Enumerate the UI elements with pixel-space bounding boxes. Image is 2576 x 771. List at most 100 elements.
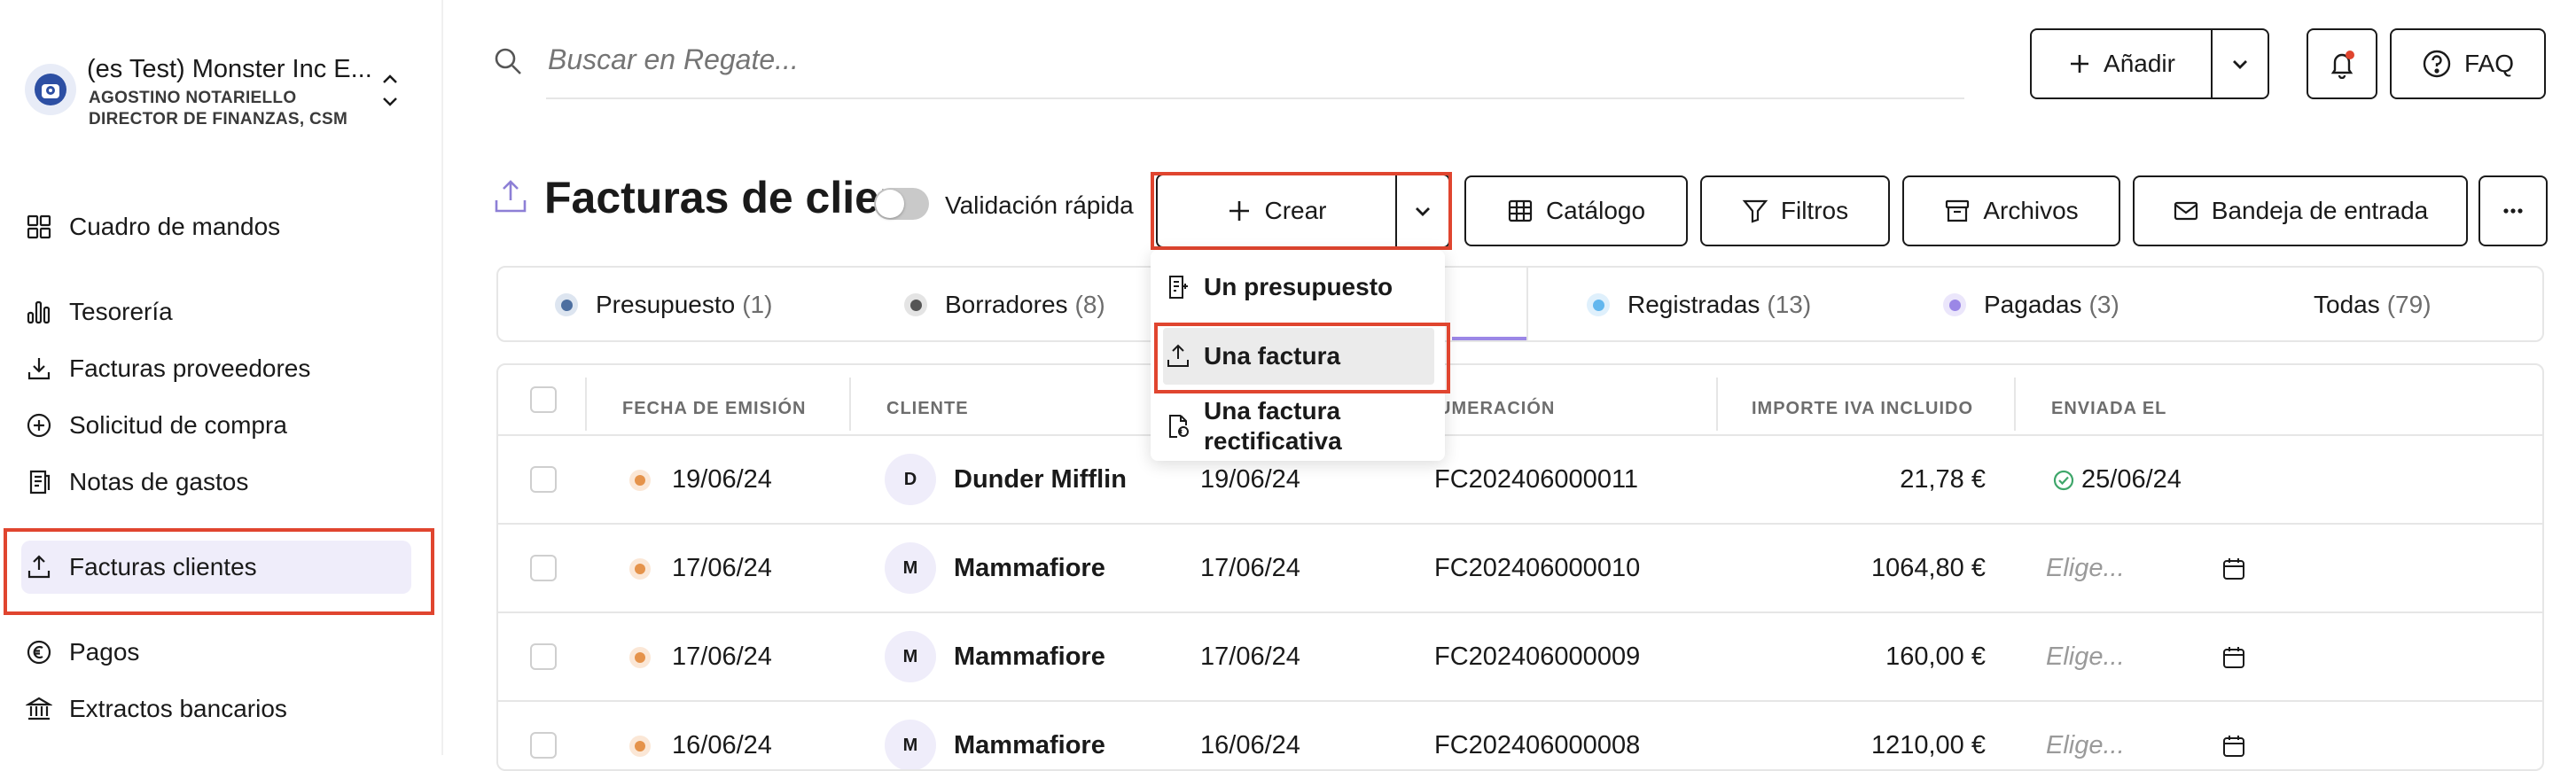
column-header-amount[interactable]: IMPORTE IVA INCLUIDO <box>1752 399 1973 419</box>
inbox-button[interactable]: Bandeja de entrada <box>2133 175 2468 246</box>
org-switcher-chevrons-icon[interactable] <box>379 71 401 110</box>
tab-presupuesto[interactable]: Presupuesto (1) <box>555 268 772 342</box>
catalog-label: Catálogo <box>1545 197 1646 224</box>
tab-count: (1) <box>742 291 773 318</box>
column-separator <box>585 378 587 431</box>
plus-icon <box>2071 55 2089 73</box>
sidebar-item-supplier-invoices[interactable]: Facturas proveedores <box>21 342 411 395</box>
row-checkbox[interactable] <box>530 643 557 670</box>
sidebar-item-label: Extractos bancarios <box>69 695 287 722</box>
sent-date-picker[interactable]: Elige... <box>2046 554 2125 583</box>
sent-date: 25/06/24 <box>2081 465 2182 494</box>
catalog-button[interactable]: Catálogo <box>1464 175 1688 246</box>
highlight-box <box>4 528 434 615</box>
row-checkbox[interactable] <box>530 555 557 581</box>
tab-registradas[interactable]: Registradas (13) <box>1587 268 1811 342</box>
status-dot <box>629 558 651 580</box>
sidebar-item-treasury[interactable]: Tesorería <box>21 285 411 339</box>
grid-icon <box>1508 199 1533 222</box>
client-name[interactable]: Mammafiore <box>954 731 1105 760</box>
toggle-knob <box>876 190 904 218</box>
user-name: AGOSTINO NOTARIELLO <box>89 89 297 107</box>
org-name[interactable]: (es Test) Monster Inc E... <box>87 55 372 84</box>
client-name[interactable]: Mammafiore <box>954 642 1105 672</box>
help-circle-icon <box>2423 50 2451 78</box>
calendar-icon[interactable] <box>2221 645 2246 670</box>
euro-icon <box>21 635 57 670</box>
column-header-client[interactable]: CLIENTE <box>886 399 969 419</box>
sidebar-item-dashboard[interactable]: Cuadro de mandos <box>21 200 411 253</box>
sent-date-picker[interactable]: Elige... <box>2046 642 2125 672</box>
client-name[interactable]: Mammafiore <box>954 554 1105 583</box>
menu-item-label: Un presupuesto <box>1204 273 1393 300</box>
row-checkbox[interactable] <box>530 466 557 493</box>
sidebar-item-payments[interactable]: Pagos <box>21 626 411 679</box>
chevron-down-icon <box>2233 60 2247 69</box>
calendar-icon[interactable] <box>2221 557 2246 581</box>
upload-icon <box>493 177 528 214</box>
search-icon <box>493 46 523 76</box>
tab-borradores[interactable]: Borradores (8) <box>904 268 1105 342</box>
avatar: M <box>885 542 936 594</box>
add-button[interactable]: Añadir <box>2030 28 2213 99</box>
table-row[interactable]: 17/06/24 M Mammafiore 17/06/24 FC2024060… <box>498 523 2542 611</box>
monster-logo-icon <box>35 74 66 105</box>
due-date: 16/06/24 <box>1200 731 1300 759</box>
invoice-number: FC202406000008 <box>1434 731 1641 759</box>
quick-validation-label: Validación rápida <box>945 191 1134 219</box>
sidebar-item-purchase-request[interactable]: Solicitud de compra <box>21 399 411 452</box>
status-dot <box>555 293 578 316</box>
notifications-button[interactable] <box>2307 28 2377 99</box>
dashboard-icon <box>21 209 57 245</box>
sidebar-item-label: Notas de gastos <box>69 468 249 495</box>
corrective-document-icon <box>1163 413 1193 440</box>
client-name[interactable]: Dunder Mifflin <box>954 465 1127 495</box>
filter-icon <box>1742 199 1768 223</box>
faq-button[interactable]: FAQ <box>2390 28 2546 99</box>
select-all-checkbox[interactable] <box>530 386 557 413</box>
plus-circle-icon <box>21 408 57 443</box>
filters-button[interactable]: Filtros <box>1700 175 1890 246</box>
avatar: M <box>885 720 936 769</box>
quick-validation-toggle[interactable] <box>874 188 929 220</box>
tab-label: Todas <box>2314 291 2380 318</box>
status-dot <box>1587 293 1610 316</box>
user-role: DIRECTOR DE FINANZAS, CSM <box>89 110 348 128</box>
sent-date-picker[interactable]: Elige... <box>2046 731 2125 760</box>
column-header-date[interactable]: FECHA DE EMISIÓN <box>622 399 807 419</box>
add-label: Añadir <box>2104 50 2175 77</box>
column-header-numbering[interactable]: UMERACIÓN <box>1438 399 1555 419</box>
sidebar-item-label: Cuadro de mandos <box>69 213 281 240</box>
org-logo[interactable] <box>25 64 76 115</box>
table-row[interactable]: 19/06/24 D Dunder Mifflin 19/06/24 FC202… <box>498 434 2542 523</box>
add-dropdown-button[interactable] <box>2211 28 2269 99</box>
table-row[interactable]: 17/06/24 M Mammafiore 17/06/24 FC2024060… <box>498 611 2542 700</box>
sidebar-item-expense-notes[interactable]: Notas de gastos <box>21 456 411 509</box>
tab-label: Registradas <box>1628 291 1760 318</box>
status-dot <box>629 470 651 491</box>
search-input[interactable] <box>546 35 1964 99</box>
amount: 1210,00 € <box>1870 731 1986 759</box>
receipt-icon <box>21 464 57 500</box>
faq-label: FAQ <box>2463 50 2514 77</box>
more-options-button[interactable] <box>2478 175 2548 246</box>
issue-date: 16/06/24 <box>672 731 772 759</box>
tab-label: Presupuesto <box>596 291 736 318</box>
tab-count: (3) <box>2088 291 2119 318</box>
tab-count: (13) <box>1767 291 1812 318</box>
menu-item-quote[interactable]: Un presupuesto <box>1163 262 1434 312</box>
menu-item-corrective-invoice[interactable]: Una factura rectificativa <box>1163 395 1434 457</box>
column-header-sent[interactable]: ENVIADA EL <box>2051 399 2166 419</box>
invoice-number: FC202406000009 <box>1434 642 1641 671</box>
tab-hidden-by-dropdown[interactable] <box>1441 268 1530 342</box>
page-title: Facturas de clientes <box>544 173 899 222</box>
inbox-label: Bandeja de entrada <box>2211 197 2429 224</box>
archives-button[interactable]: Archivos <box>1902 175 2120 246</box>
due-date: 19/06/24 <box>1200 465 1300 494</box>
tab-todas[interactable]: Todas (79) <box>2314 268 2432 342</box>
sidebar-item-label: Pagos <box>69 638 140 666</box>
invoice-number: FC202406000010 <box>1434 554 1641 582</box>
sidebar-item-bank-statements[interactable]: Extractos bancarios <box>21 682 411 736</box>
table-row[interactable]: 16/06/24 M Mammafiore 16/06/24 FC2024060… <box>498 700 2542 769</box>
tab-pagadas[interactable]: Pagadas (3) <box>1943 268 2119 342</box>
